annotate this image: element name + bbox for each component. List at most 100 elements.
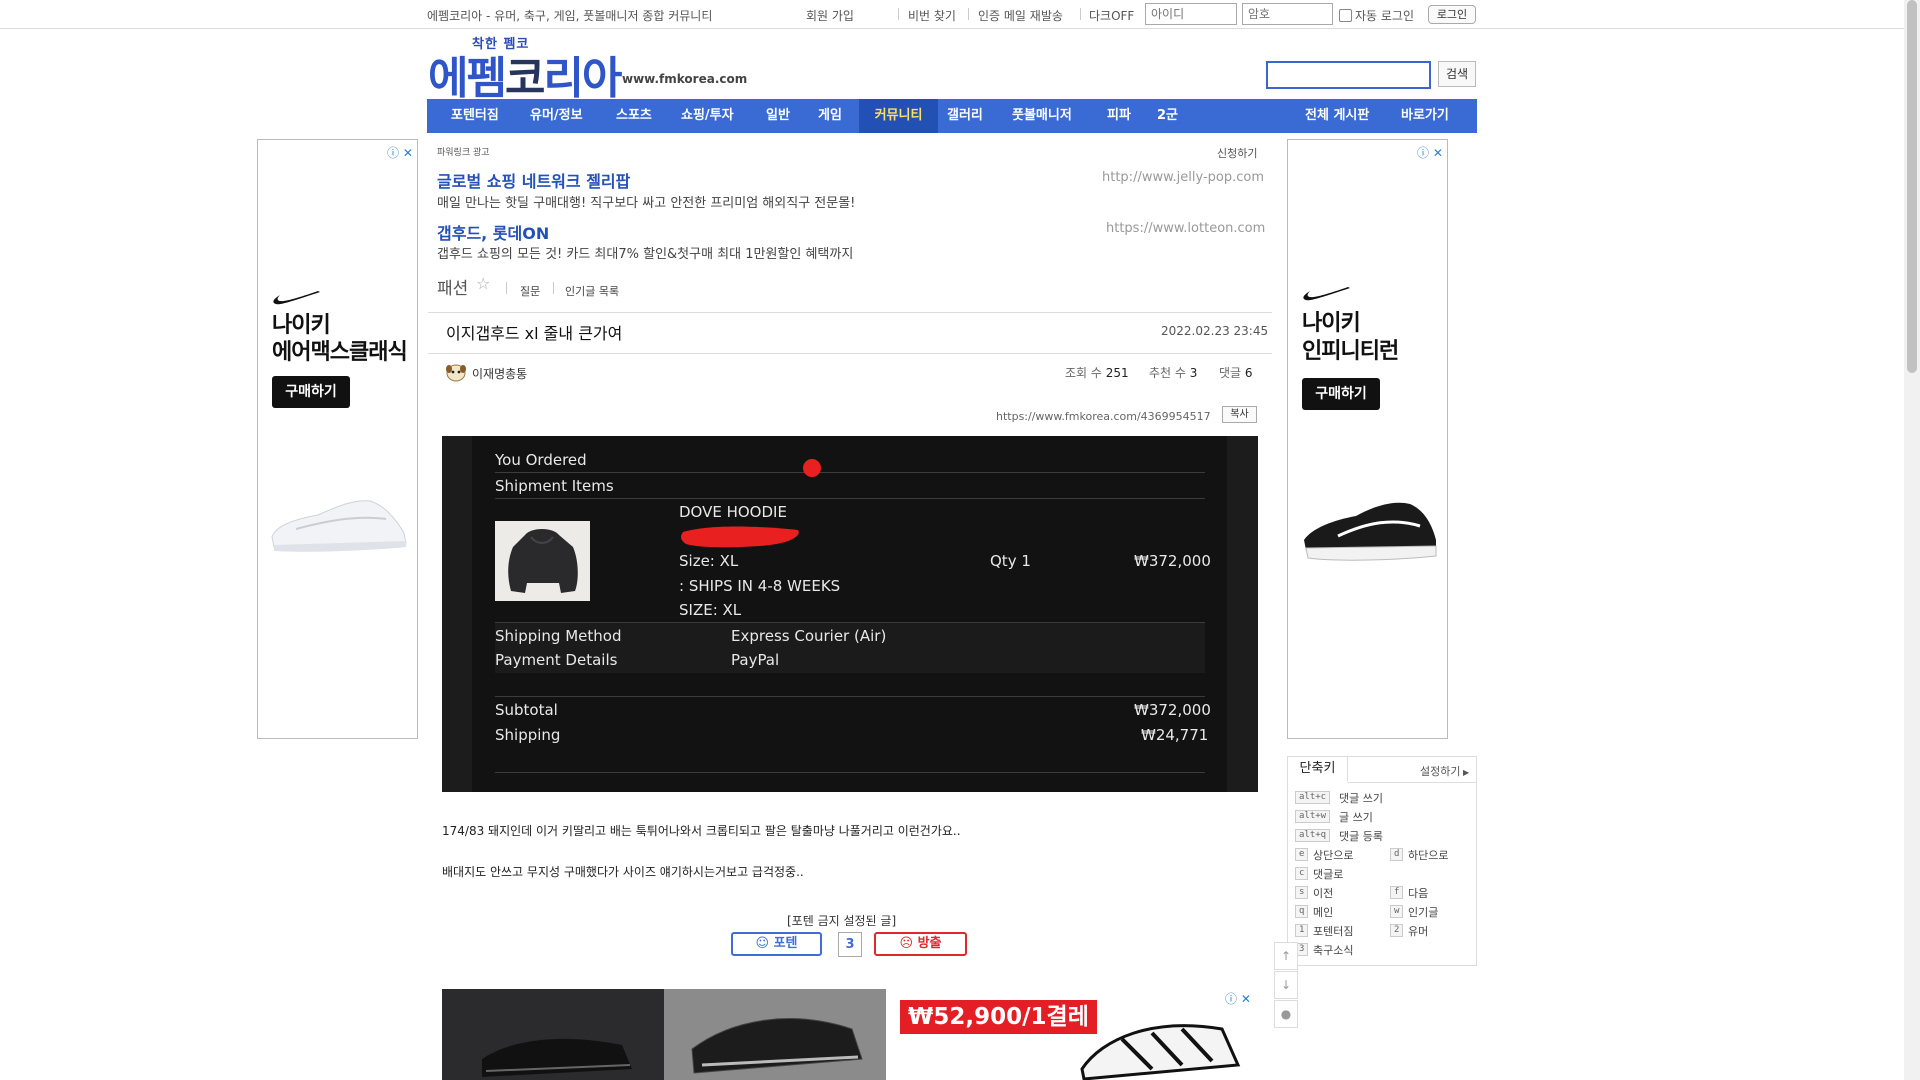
scrollbar-thumb[interactable] bbox=[1907, 0, 1917, 373]
shipping-value: ₩24,771 bbox=[1141, 726, 1209, 744]
vote-down-button[interactable]: ☹ 방출 bbox=[874, 932, 967, 956]
board-link-question[interactable]: 질문 bbox=[520, 283, 540, 299]
divider bbox=[495, 498, 1205, 499]
logo-part: 에펨 bbox=[428, 53, 507, 104]
item-qty: Qty 1 bbox=[990, 552, 1031, 570]
ad-link-url[interactable]: https://www.lotteon.com bbox=[1106, 221, 1265, 236]
stat-value: 251 bbox=[1105, 366, 1129, 380]
vote-caption: [포텐 금지 설정된 글] bbox=[787, 914, 897, 928]
board-name[interactable]: 패션 bbox=[437, 274, 468, 299]
separator bbox=[506, 282, 507, 294]
view-count: 조회 수 251 bbox=[1065, 364, 1129, 381]
payment-value: PayPal bbox=[731, 651, 780, 669]
buy-button[interactable]: 구매하기 bbox=[1302, 378, 1380, 410]
item-price: ₩372,000 bbox=[1134, 552, 1211, 570]
right-side-ad[interactable]: ⓘ ✕ 나이키 인피니티런 구매하기 bbox=[1287, 139, 1448, 739]
vote-up-label: 포텐 bbox=[773, 936, 798, 951]
bottom-ad[interactable]: ⓘ ✕ bbox=[442, 989, 1258, 1080]
auto-login-checkbox[interactable] bbox=[1339, 9, 1352, 22]
author-name[interactable]: 이재명총통 bbox=[472, 365, 527, 382]
shortcut-label: 이전 bbox=[1313, 887, 1334, 900]
nav-item-gallery[interactable]: 갤러리 bbox=[947, 99, 983, 133]
ad-info-close-icon[interactable]: ⓘ ✕ bbox=[1225, 990, 1251, 1007]
subtotal-label: Subtotal bbox=[495, 701, 558, 719]
ad-link-url[interactable]: http://www.jelly-pop.com bbox=[1102, 170, 1264, 185]
ad-price-badge: ₩52,900/1결레 bbox=[900, 1000, 1097, 1034]
password-input[interactable] bbox=[1242, 3, 1333, 25]
nav-item-humor[interactable]: 유머/정보 bbox=[530, 99, 583, 133]
scroll-top-arrow-up-icon[interactable]: ↑ bbox=[1274, 942, 1298, 970]
scroll-bottom-arrow-down-icon[interactable]: ↓ bbox=[1274, 971, 1298, 999]
star-icon[interactable]: ☆ bbox=[476, 274, 490, 293]
face-icon: ☹ bbox=[899, 936, 918, 951]
shortcut-key: w bbox=[1390, 905, 1404, 918]
divider bbox=[495, 472, 1205, 473]
separator bbox=[898, 8, 899, 20]
shipping-method-value: Express Courier (Air) bbox=[731, 627, 887, 645]
site-description: 에펨코리아 - 유머, 축구, 게임, 풋볼매니저 종합 커뮤니티 bbox=[427, 9, 713, 23]
ad-title: 나이키 bbox=[1302, 311, 1361, 336]
author-avatar bbox=[446, 364, 466, 382]
shipping-label: Shipping bbox=[495, 726, 561, 744]
signup-link[interactable]: 회원 가입 bbox=[806, 7, 854, 24]
left-side-ad[interactable]: ⓘ ✕ 나이키 에어맥스클래식 구매하기 bbox=[257, 139, 418, 739]
stat-value: 3 bbox=[1189, 366, 1198, 380]
sneaker-image bbox=[271, 500, 407, 552]
post-url[interactable]: https://www.fmkorea.com/4369954517 bbox=[996, 410, 1211, 423]
nav-item-poten[interactable]: 포텐터짐 bbox=[451, 99, 499, 133]
vote-down-label: 방출 bbox=[917, 936, 942, 951]
receipt-you-ordered: You Ordered bbox=[495, 451, 587, 469]
vote-count: 3 bbox=[838, 932, 862, 957]
dark-mode-toggle[interactable]: 다크OFF bbox=[1089, 7, 1134, 24]
ad-title: 나이키 bbox=[272, 313, 331, 338]
logo-part: 코 bbox=[504, 53, 546, 104]
find-password-link[interactable]: 비번 찾기 bbox=[908, 7, 956, 24]
shortcut-key: alt+c bbox=[1295, 791, 1331, 804]
nav-item-community[interactable]: 커뮤니티 bbox=[859, 99, 938, 133]
divider bbox=[495, 772, 1205, 773]
id-input[interactable] bbox=[1145, 3, 1237, 25]
logo-part: 리아 bbox=[543, 53, 622, 104]
ad-shoe-image bbox=[691, 1018, 863, 1074]
nav-item-sports[interactable]: 스포츠 bbox=[616, 99, 652, 133]
nav-item-2gun[interactable]: 2군 bbox=[1157, 99, 1178, 133]
shortcut-label: 유머 bbox=[1408, 925, 1429, 938]
ad-link-title[interactable]: 글로벌 쇼핑 네트워크 젤리팝 bbox=[437, 168, 630, 192]
nav-item-shopping[interactable]: 쇼핑/투자 bbox=[681, 99, 734, 133]
search-input[interactable] bbox=[1266, 61, 1431, 89]
shortcut-settings-link[interactable]: 설정하기 ▶ bbox=[1420, 763, 1469, 779]
ad-info-close-icon[interactable]: ⓘ ✕ bbox=[387, 144, 413, 161]
post-title: 이지갭후드 xl 줄내 큰가여 bbox=[446, 324, 623, 343]
copy-url-button[interactable]: 복사 bbox=[1222, 406, 1257, 423]
ad-link-title[interactable]: 갭후드, 롯데ON bbox=[437, 220, 549, 244]
vote-up-button[interactable]: ☺ 포텐 bbox=[731, 932, 822, 956]
comment-bubble-icon[interactable]: ● bbox=[1274, 1000, 1298, 1028]
shortcut-key: d bbox=[1390, 848, 1404, 861]
smile-icon: ☺ bbox=[755, 936, 774, 951]
search-button[interactable]: 검색 bbox=[1438, 61, 1476, 87]
nav-item-shortcuts[interactable]: 바로가기 bbox=[1401, 99, 1449, 133]
shortcut-key: alt+q bbox=[1295, 829, 1331, 842]
nav-item-football-manager[interactable]: 풋볼매니저 bbox=[1012, 99, 1072, 133]
ad-info-close-icon[interactable]: ⓘ ✕ bbox=[1417, 144, 1443, 161]
shortcut-label: 하단으로 bbox=[1408, 849, 1449, 862]
resend-auth-mail-link[interactable]: 인증 메일 재발송 bbox=[978, 7, 1063, 24]
shortcut-key: q bbox=[1295, 905, 1309, 918]
nav-item-game[interactable]: 게임 bbox=[818, 99, 842, 133]
board-link-popular[interactable]: 인기글 목록 bbox=[565, 283, 619, 299]
nav-item-fifa[interactable]: 피파 bbox=[1107, 99, 1131, 133]
nav-item-general[interactable]: 일반 bbox=[766, 99, 790, 133]
site-logo[interactable]: 에펨코리아 bbox=[428, 42, 622, 106]
item-ships: : SHIPS IN 4-8 WEEKS bbox=[679, 577, 841, 595]
comment-count[interactable]: 댓글 6 bbox=[1219, 364, 1253, 381]
shortcut-tab[interactable]: 단축키 bbox=[1288, 757, 1348, 782]
nav-item-all-boards[interactable]: 전체 게시판 bbox=[1305, 99, 1369, 133]
apply-ad-link[interactable]: 신청하기 bbox=[1217, 145, 1257, 161]
shortcut-key: e bbox=[1295, 848, 1309, 861]
login-button[interactable]: 로그인 bbox=[1428, 5, 1476, 24]
logo-url: www.fmkorea.com bbox=[622, 72, 748, 86]
redaction-scribble bbox=[681, 526, 799, 548]
buy-button[interactable]: 구매하기 bbox=[272, 376, 350, 408]
settings-label: 설정하기 bbox=[1420, 765, 1461, 778]
shortcut-label: 다음 bbox=[1408, 887, 1429, 900]
